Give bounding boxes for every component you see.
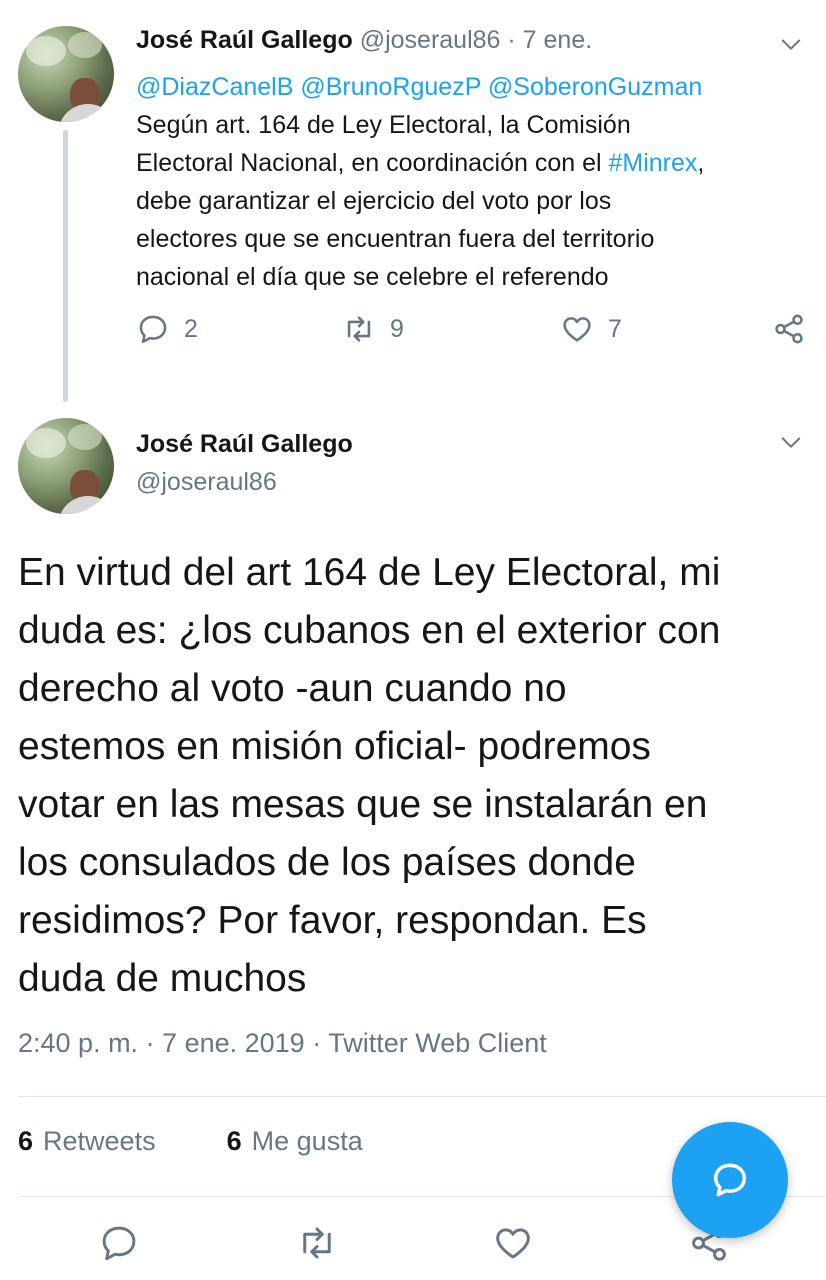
mention-link[interactable]: @DiazCanelB xyxy=(136,73,293,101)
author-handle[interactable]: @joseraul86 xyxy=(360,26,501,54)
tweet-text-line: duda de muchos xyxy=(18,957,307,1000)
author-avatar[interactable] xyxy=(18,26,114,122)
main-tweet-text: En virtud del art 164 de Ley Electoral, … xyxy=(18,544,818,1008)
tweet-time[interactable]: 7 ene. xyxy=(523,26,593,54)
tweet-text-line: votar en las mesas que se instalarán en xyxy=(18,783,708,826)
retweet-button[interactable]: 9 xyxy=(342,312,404,346)
divider xyxy=(18,1096,826,1097)
mention-link[interactable]: @BrunoRguezP xyxy=(300,73,481,101)
parent-tweet-header: José Raúl Gallego @joseraul86 · 7 ene. xyxy=(136,26,592,55)
parent-tweet-text: @DiazCanelB @BrunoRguezP @SoberonGuzman … xyxy=(136,68,796,296)
heart-icon[interactable] xyxy=(492,1222,534,1264)
hashtag-link[interactable]: #Minrex xyxy=(609,149,698,177)
tweet-text-line: estemos en misión oficial- podremos xyxy=(18,725,651,768)
share-icon xyxy=(775,314,803,344)
main-author-handle[interactable]: @joseraul86 xyxy=(136,468,277,497)
retweet-count: 9 xyxy=(390,314,404,343)
tweet-text-line: En virtud del art 164 de Ley Electoral, … xyxy=(18,551,721,594)
tweet-text-line: electores que se encuentran fuera del te… xyxy=(136,225,655,253)
reply-icon xyxy=(139,315,167,344)
compose-reply-button[interactable] xyxy=(672,1122,788,1238)
tweet-text-line: debe garantizar el ejercicio del voto po… xyxy=(136,187,612,215)
time-separator: · xyxy=(500,26,523,54)
tweet-text-line: nacional el día que se celebre el refere… xyxy=(136,263,609,291)
share-button[interactable] xyxy=(772,312,806,346)
parent-tweet[interactable]: José Raúl Gallego @joseraul86 · 7 ene. @… xyxy=(0,0,826,405)
reply-button[interactable]: 2 xyxy=(136,312,198,346)
tweet-text-line: Según art. 164 de Ley Electoral, la Comi… xyxy=(136,111,631,139)
heart-icon xyxy=(563,317,591,342)
mention-link[interactable]: @SoberonGuzman xyxy=(488,73,702,101)
likes-stat[interactable]: 6 Me gusta xyxy=(227,1126,363,1156)
chevron-down-icon[interactable] xyxy=(780,432,802,454)
author-name[interactable]: José Raúl Gallego xyxy=(136,26,353,54)
main-author-name[interactable]: José Raúl Gallego xyxy=(136,430,353,459)
tweet-text-line: los consulados de los países donde xyxy=(18,841,636,884)
tweet-stats: 6 Retweets 6 Me gusta xyxy=(18,1126,363,1157)
main-author-avatar[interactable] xyxy=(18,418,114,514)
compose-reply-icon xyxy=(713,1163,747,1197)
tweet-text-line: Electoral Nacional, en coordinación con … xyxy=(136,149,705,177)
tweet-text-line: residimos? Por favor, respondan. Es xyxy=(18,899,647,942)
retweets-stat[interactable]: 6 Retweets xyxy=(18,1126,156,1156)
thread-connector-line xyxy=(63,130,68,402)
reply-icon[interactable] xyxy=(98,1222,140,1264)
like-button[interactable]: 7 xyxy=(560,312,622,346)
tweet-text-line: derecho al voto -aun cuando no xyxy=(18,667,567,710)
like-count: 7 xyxy=(608,314,622,343)
retweet-icon[interactable] xyxy=(296,1222,338,1264)
retweet-icon xyxy=(347,316,371,342)
tweet-text-line: duda es: ¿los cubanos en el exterior con xyxy=(18,609,721,652)
tweet-timestamp-source[interactable]: 2:40 p. m. · 7 ene. 2019 · Twitter Web C… xyxy=(18,1028,547,1059)
chevron-down-icon[interactable] xyxy=(780,34,802,56)
reply-count: 2 xyxy=(184,314,198,343)
